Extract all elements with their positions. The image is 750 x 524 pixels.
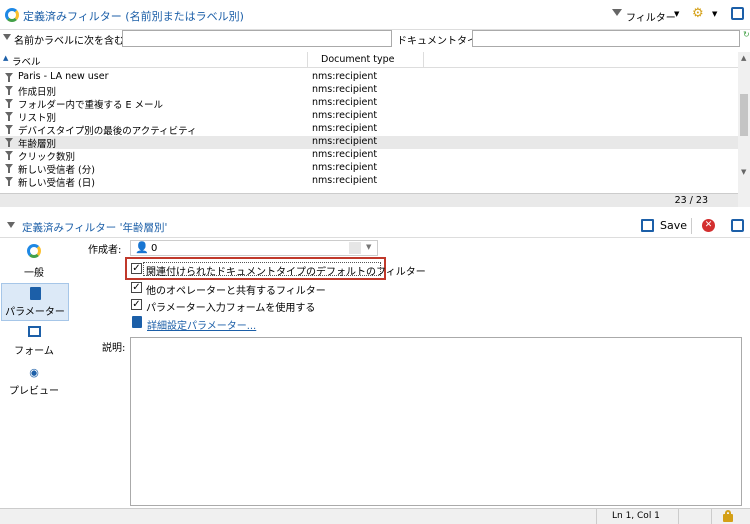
list-item[interactable]: リスト別 nms:recipient [0,110,738,124]
list-item-selected[interactable]: 年齢層別 nms:recipient [0,136,738,150]
maximize-icon[interactable] [731,7,744,20]
filter-icon [7,222,15,228]
tab-general[interactable]: 一般 [0,244,68,284]
tab-label: 一般 [24,268,44,279]
creator-browse-button[interactable] [349,242,361,254]
filter-icon [5,151,13,160]
description-textarea[interactable] [130,337,742,506]
window-title: 定義済みフィルター (名前別またはラベル別) [23,10,244,23]
column-header-doctype[interactable]: Document type [321,54,394,65]
filter-icon [5,177,13,186]
clipboard-icon [132,316,142,328]
filter-icon [5,112,13,121]
title-bar: 定義済みフィルター (名前別またはラベル別) フィルター ▼ ⚙ ▼ [0,0,750,30]
eye-icon: ◉ [29,366,39,379]
list-item[interactable]: クリック数別 nms:recipient [0,149,738,163]
column-header-label[interactable]: ラベル [12,54,41,68]
funnel-icon [3,34,11,40]
save-icon[interactable] [641,219,654,232]
toolbar-divider [691,218,692,234]
doctype-filter-input[interactable] [472,30,740,47]
app-logo-icon [27,244,41,258]
chevron-down-icon[interactable]: ▼ [366,243,371,251]
status-bar: Ln 1, Col 1 [0,508,750,524]
list-scrollbar[interactable]: ▲ ▼ [738,52,750,207]
sort-ascending-icon[interactable]: ▲ [3,54,8,62]
detail-title: 定義済みフィルター '年齢層別' [22,222,168,234]
chevron-down-icon[interactable]: ▼ [674,10,679,18]
chevron-down-icon[interactable]: ▼ [712,10,717,18]
tab-form[interactable]: フォーム [0,326,68,360]
tab-label: パラメーター [5,307,65,318]
default-filter-checkbox[interactable]: ✓ [131,263,142,274]
filter-icon [5,99,13,108]
filter-icon [5,138,13,147]
tab-parameters[interactable]: パラメーター [1,283,69,321]
record-counter: 23 / 23 [674,195,708,206]
parameter-form-label: パラメーター入力フォームを使用する [146,303,316,314]
column-divider [423,52,424,67]
filter-icon [5,125,13,134]
gear-icon[interactable]: ⚙ [692,6,704,21]
list-item[interactable]: 作成日別 nms:recipient [0,84,738,98]
column-divider [307,52,308,67]
list-item[interactable]: デバイスタイプ別の最後のアクティビティ nms:recipient [0,123,738,137]
default-filter-label: 関連付けられたドキュメントタイプのデフォルトのフィルター [146,267,426,278]
user-icon: 👤 [135,241,149,254]
lock-shackle [725,510,731,516]
save-button[interactable]: Save [660,219,687,232]
creator-value: 0 [151,243,158,254]
list-counter-bar: 23 / 23 [0,193,738,207]
list-item[interactable]: フォルダー内で重複する E メール nms:recipient [0,97,738,111]
scroll-down-icon[interactable]: ▼ [741,168,746,176]
creator-label: 作成者: [88,245,122,256]
parameter-form-checkbox[interactable]: ✓ [131,299,142,310]
filter-icon [5,73,13,82]
list-item[interactable]: 新しい受信者 (分) nms:recipient [0,162,738,176]
detail-header: 定義済みフィルター '年齢層別' Save ✕ [0,214,750,238]
share-filter-checkbox[interactable]: ✓ [131,282,142,293]
app-logo-icon [5,8,19,22]
close-icon[interactable]: ✕ [702,219,715,232]
maximize-icon[interactable] [731,219,744,232]
share-filter-label: 他のオペレーターと共有するフィルター [146,286,326,297]
filter-funnel-icon [612,9,622,16]
scroll-thumb[interactable] [740,94,748,136]
filter-icon [5,164,13,173]
window-icon [27,326,41,337]
search-row: 名前かラベルに次を含む: ドキュメントタイプ: ↻ [0,30,750,50]
tab-label: プレビュー [9,386,59,397]
advanced-parameters-link[interactable]: 詳細設定パラメーター... [147,317,256,332]
cursor-position: Ln 1, Col 1 [612,511,660,521]
list-header: ▲ ラベル Document type [0,52,738,68]
list-item[interactable]: Paris - LA new user nms:recipient [0,71,738,84]
status-divider [596,509,597,524]
filter-dropdown-label[interactable]: フィルター [626,9,676,24]
name-filter-input[interactable] [122,30,392,47]
name-filter-label: 名前かラベルに次を含む: [14,36,128,47]
description-label: 説明: [102,343,126,354]
filter-icon [5,86,13,95]
tab-preview[interactable]: ◉ プレビュー [0,367,68,397]
scroll-up-icon[interactable]: ▲ [741,54,746,62]
status-divider [711,509,712,524]
tab-label: フォーム [14,346,54,357]
creator-field[interactable]: 👤 0 ▼ [130,240,378,256]
status-divider [678,509,679,524]
refresh-icon[interactable]: ↻ [743,30,750,39]
clipboard-icon [29,287,41,300]
list-item[interactable]: 新しい受信者 (日) nms:recipient [0,175,738,189]
